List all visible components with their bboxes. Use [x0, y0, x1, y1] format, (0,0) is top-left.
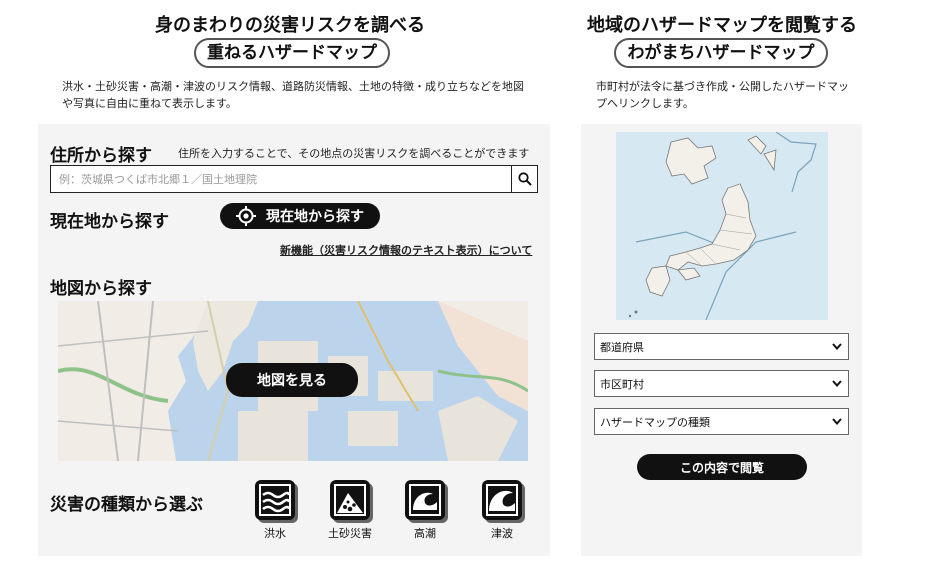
view-with-this-content-button[interactable]: この内容で閲覧 [637, 454, 807, 480]
view-map-button[interactable]: 地図を見る [226, 363, 358, 397]
new-feature-link[interactable]: 新機能（災害リスク情報のテキスト表示）について [280, 242, 532, 258]
storm-surge-label: 高潮 [414, 527, 436, 540]
search-button[interactable] [511, 166, 537, 192]
storm-surge-icon [405, 480, 445, 520]
tsunami-label: 津波 [491, 527, 513, 540]
tsunami-icon [482, 480, 522, 520]
hazard-type-title: 災害の種類から選ぶ [50, 495, 203, 515]
landslide-icon [330, 480, 370, 520]
flood-hazard-button[interactable]: 洪水 [255, 480, 295, 541]
left-heading: 身のまわりの災害リスクを調べる [155, 15, 425, 36]
flood-label: 洪水 [264, 527, 286, 540]
kasaneru-hazard-map-title[interactable]: 重ねるハザードマップ [194, 38, 390, 68]
japan-map[interactable] [616, 131, 828, 321]
right-heading: 地域のハザードマップを閲覧する [587, 15, 857, 36]
municipality-select-value: 市区町村 [600, 377, 644, 391]
address-search-title: 住所から探す [50, 146, 152, 166]
municipality-select[interactable]: 市区町村 [594, 370, 849, 397]
current-location-button-label: 現在地から探す [266, 209, 364, 225]
address-search-note: 住所を入力することで、その地点の災害リスクを調べることができます [178, 147, 530, 160]
chevron-down-icon [832, 418, 842, 425]
address-search-box [50, 165, 538, 193]
landslide-hazard-button[interactable]: 土砂災害 [320, 480, 380, 541]
wagamachi-hazard-map-title[interactable]: わがまちハザードマップ [614, 38, 828, 68]
tsunami-hazard-button[interactable]: 津波 [482, 480, 522, 541]
hazard-map-type-select-value: ハザードマップの種類 [600, 415, 710, 429]
prefecture-select[interactable]: 都道府県 [594, 333, 849, 360]
map-search-title: 地図から探す [50, 279, 152, 299]
landslide-label: 土砂災害 [328, 527, 372, 540]
storm-surge-hazard-button[interactable]: 高潮 [405, 480, 445, 541]
prefecture-select-value: 都道府県 [600, 340, 644, 354]
search-icon [517, 172, 532, 186]
chevron-down-icon [832, 380, 842, 387]
left-description: 洪水・土砂災害・高潮・津波のリスク情報、道路防災情報、土地の特徴・成り立ちなどを… [62, 80, 524, 110]
left-panel: 住所から探す 住所を入力することで、その地点の災害リスクを調べることができます … [38, 124, 550, 556]
japan-map-image [628, 131, 817, 321]
current-location-title: 現在地から探す [50, 212, 169, 232]
tokyo-bay-map-thumbnail[interactable]: 地図を見る [58, 301, 528, 461]
current-location-button[interactable]: 現在地から探す [220, 203, 380, 229]
address-search-input[interactable] [51, 166, 511, 192]
chevron-down-icon [832, 343, 842, 350]
flood-icon [255, 480, 295, 520]
right-description: 市町村が法令に基づき作成・公開したハザードマップへリンクします。 [596, 80, 849, 110]
location-target-icon [236, 206, 256, 226]
hazard-map-type-select[interactable]: ハザードマップの種類 [594, 408, 849, 435]
right-panel: 都道府県 市区町村 ハザードマップの種類 この内容で閲覧 [581, 124, 862, 556]
